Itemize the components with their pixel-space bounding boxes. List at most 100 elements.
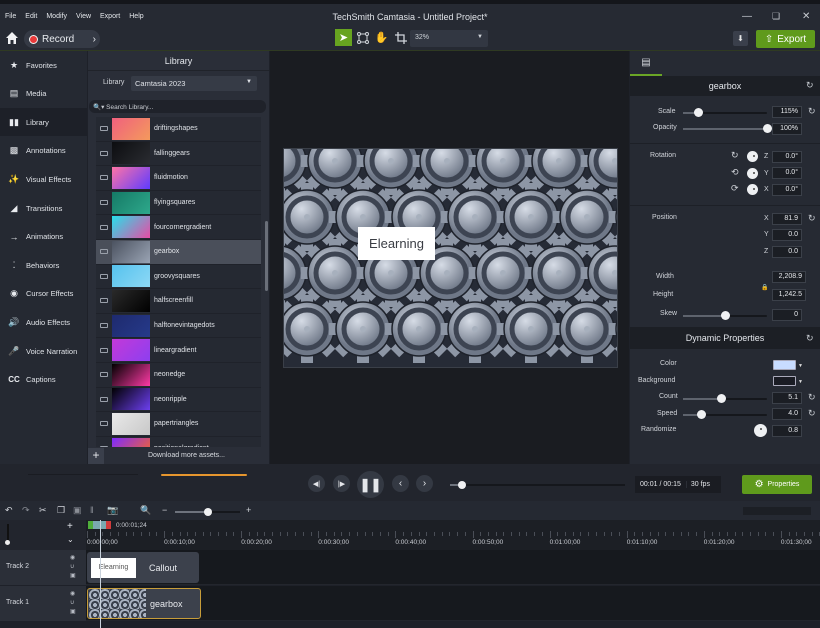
width-field[interactable]: 2,208.9 [772, 271, 806, 283]
properties-button[interactable]: ⚙ Properties [742, 475, 812, 494]
speed-field[interactable]: 4.0 [772, 408, 802, 420]
gearbox-clip[interactable]: gearbox [87, 588, 201, 619]
tab-visual-properties[interactable]: ▤ [630, 51, 662, 76]
close-icon[interactable]: ✕ [802, 11, 810, 22]
position-x-field[interactable]: 81.9 [772, 213, 802, 225]
selection-end-handle[interactable] [106, 521, 111, 529]
callout-elearning[interactable]: Elearning [358, 227, 435, 260]
library-item[interactable]: papertriangles [96, 412, 261, 437]
rotation-x-field[interactable]: 0.0° [772, 184, 802, 196]
randomize-dial[interactable] [754, 424, 767, 437]
video-preview[interactable]: Elearning [283, 148, 618, 368]
menu-modify[interactable]: Modify [46, 13, 67, 20]
rotation-z-field[interactable]: 0.0° [772, 151, 802, 163]
track-height-knob[interactable] [5, 540, 10, 545]
library-item[interactable]: neonedge [96, 363, 261, 388]
menu-view[interactable]: View [76, 13, 91, 20]
add-asset-button[interactable]: + [88, 447, 104, 464]
count-slider[interactable] [683, 394, 767, 403]
menu-export[interactable]: Export [100, 13, 120, 20]
speed-slider[interactable] [683, 410, 767, 419]
step-forward-icon[interactable]: |▶ [333, 475, 350, 492]
library-selector[interactable]: Camtasia 2023 ▼ [131, 76, 257, 91]
scale-slider[interactable] [683, 108, 767, 117]
reset-icon[interactable]: ↻ [808, 213, 816, 224]
reset-icon[interactable]: ↻ [806, 80, 814, 91]
randomize-field[interactable]: 0.8 [772, 425, 802, 437]
panel-resize-handle[interactable] [161, 474, 247, 476]
library-item[interactable]: lineargradient [96, 338, 261, 363]
timeline-horizontal-scrollbar[interactable] [743, 507, 811, 515]
color-swatch[interactable] [773, 360, 796, 370]
reset-icon[interactable]: ↻ [806, 333, 814, 344]
export-button[interactable]: ⇧ Export [756, 30, 815, 48]
pan-hand-icon[interactable]: ✋ [373, 29, 390, 46]
library-item[interactable]: driftingshapes [96, 117, 261, 142]
eye-icon[interactable]: ◉ [70, 590, 76, 598]
previous-marker-icon[interactable]: ‹ [392, 475, 409, 492]
reset-icon[interactable]: ↻ [808, 408, 816, 419]
sidebar-item-behaviors[interactable]: ⁚ Behaviors [0, 251, 87, 279]
callout-clip[interactable]: Elearning Callout [87, 552, 199, 583]
sidebar-item-favorites[interactable]: ★ Favorites [0, 51, 87, 79]
library-item[interactable]: gearbox [96, 240, 261, 265]
magnet-icon[interactable]: ∪ [70, 563, 76, 571]
height-field[interactable]: 1,242.5 [772, 289, 806, 301]
playback-scrubber[interactable] [450, 481, 625, 489]
library-item[interactable]: fallinggears [96, 142, 261, 167]
reset-icon[interactable]: ↻ [808, 392, 816, 403]
zoom-in-icon[interactable]: + [246, 505, 251, 515]
rotation-y-dial[interactable] [747, 168, 758, 179]
pause-button[interactable]: ❚❚ [357, 471, 384, 498]
home-icon[interactable] [5, 31, 19, 45]
library-item[interactable]: neonripple [96, 388, 261, 413]
redo-icon[interactable]: ↷ [22, 505, 30, 516]
rotation-z-dial[interactable] [747, 151, 758, 162]
copy-icon[interactable]: ❐ [57, 505, 65, 516]
library-item[interactable]: positionalgradient [96, 437, 261, 447]
rotation-y-field[interactable]: 0.0° [772, 167, 802, 179]
playhead-line[interactable] [100, 520, 101, 628]
transform-tool-icon[interactable] [354, 29, 371, 46]
sidebar-item-audio-effects[interactable]: 🔊 Audio Effects [0, 308, 87, 336]
undo-icon[interactable]: ↶ [5, 505, 13, 516]
sidebar-item-transitions[interactable]: ◢ Transitions [0, 194, 87, 222]
chevron-right-icon[interactable]: › [93, 34, 96, 45]
skew-field[interactable]: 0 [772, 309, 802, 321]
selection-start-handle[interactable] [88, 521, 93, 529]
paste-icon[interactable]: ▣ [73, 505, 82, 516]
timeline-ruler[interactable]: 0:00:01;24 0:00:00;00 0:00:10;00 0:00:20;0… [86, 520, 820, 550]
restore-icon[interactable]: ❏ [772, 11, 780, 22]
download-more-assets-link[interactable]: Download more assets... [104, 452, 269, 459]
count-field[interactable]: 5.1 [772, 392, 802, 404]
eye-icon[interactable]: ◉ [70, 554, 76, 562]
lock-aspect-icon[interactable]: 🔒 [761, 284, 768, 291]
step-back-icon[interactable]: ◀| [308, 475, 325, 492]
split-icon[interactable]: ‖ [90, 505, 94, 515]
next-marker-icon[interactable]: › [416, 475, 433, 492]
magnet-icon[interactable]: ∪ [70, 599, 76, 607]
sidebar-item-visual-effects[interactable]: ✨ Visual Effects [0, 165, 87, 193]
chevron-down-icon[interactable]: ▼ [798, 363, 803, 369]
sidebar-item-voice-narration[interactable]: 🎤 Voice Narration [0, 337, 87, 365]
library-item[interactable]: fluidmotion [96, 166, 261, 191]
add-track-icon[interactable]: + [67, 521, 73, 532]
cut-icon[interactable]: ✂ [39, 505, 47, 516]
position-z-field[interactable]: 0.0 [772, 246, 802, 258]
lock-icon[interactable]: ▣ [70, 608, 76, 616]
library-item[interactable]: fourcornergradient [96, 215, 261, 240]
minimize-icon[interactable]: — [742, 11, 752, 22]
select-tool-icon[interactable]: ➤ [335, 29, 352, 46]
sidebar-item-captions[interactable]: CC Captions [0, 366, 87, 394]
library-scrollbar[interactable] [265, 221, 268, 291]
search-library-input[interactable]: 🔍▾ Search Library... [89, 100, 266, 113]
lock-icon[interactable]: ▣ [70, 572, 76, 580]
menu-edit[interactable]: Edit [25, 13, 37, 20]
sidebar-item-cursor-effects[interactable]: ◉ Cursor Effects [0, 280, 87, 308]
camera-icon[interactable]: 📷 [107, 505, 118, 516]
opacity-slider[interactable] [683, 124, 772, 133]
crop-icon[interactable] [392, 29, 409, 46]
sidebar-item-media[interactable]: ▤ Media [0, 80, 87, 108]
chevron-down-icon[interactable]: ⌄ [67, 535, 74, 544]
download-button[interactable]: ⬇ [733, 31, 748, 46]
